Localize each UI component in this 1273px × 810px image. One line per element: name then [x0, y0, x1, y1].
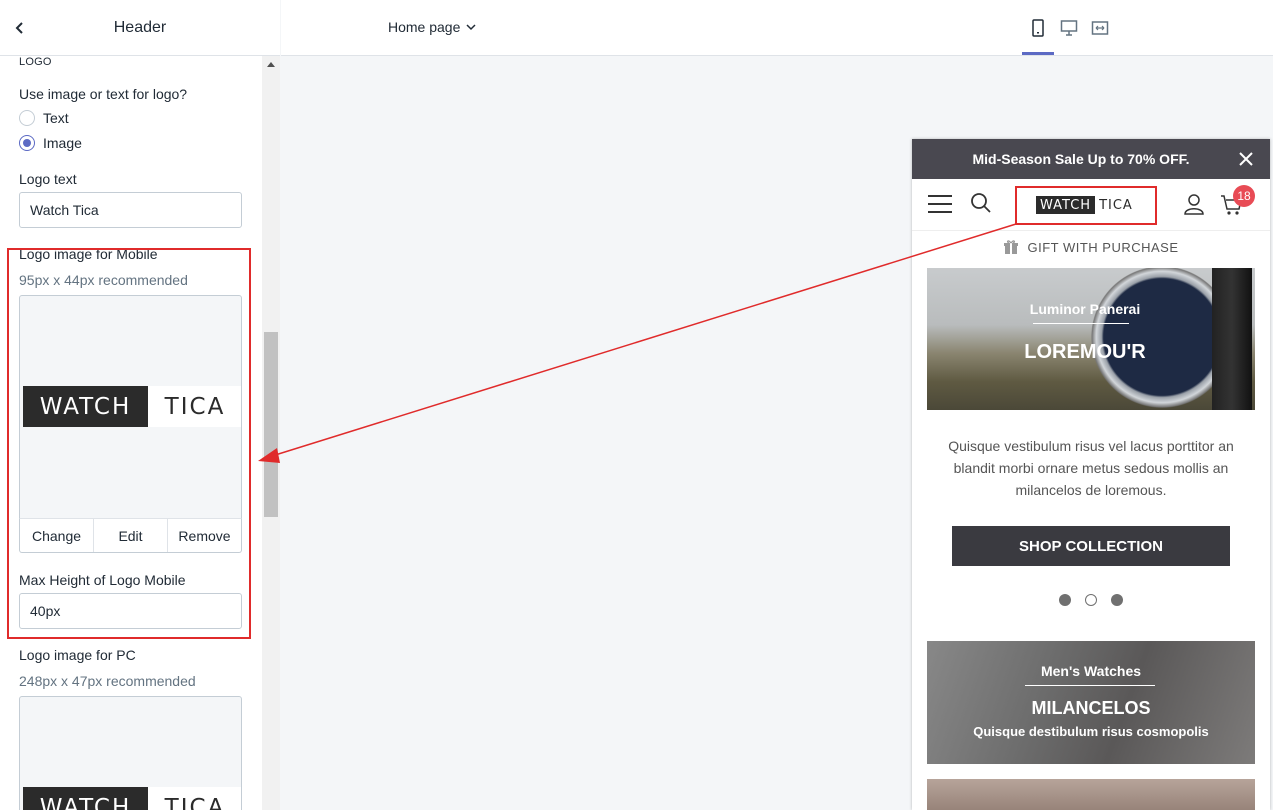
shop-collection-button[interactable]: SHOP COLLECTION — [952, 526, 1230, 566]
fullwidth-icon — [1091, 21, 1109, 35]
theme-editor: Header LOGO Use image or text for logo? … — [0, 0, 1273, 810]
collection-title: MILANCELOS — [1031, 698, 1151, 718]
hero-subtitle: Luminor Panerai — [1029, 301, 1141, 317]
sidebar-title: Header — [113, 18, 167, 36]
chevron-left-icon — [15, 22, 23, 34]
chevron-down-icon — [466, 24, 476, 31]
cart-count-badge: 18 — [1233, 185, 1255, 207]
user-icon[interactable] — [1182, 192, 1206, 216]
slider-dots — [912, 594, 1270, 606]
watch-strap-image — [1212, 268, 1252, 410]
announcement-bar: Mid-Season Sale Up to 70% OFF. — [912, 139, 1270, 179]
section-heading-logo: LOGO — [19, 56, 52, 68]
sidebar-header: Header — [0, 0, 280, 56]
desktop-view-button[interactable] — [1057, 16, 1081, 40]
close-icon[interactable] — [1238, 151, 1254, 167]
scroll-up-arrow-icon[interactable] — [267, 62, 275, 67]
mobile-preview: Mid-Season Sale Up to 70% OFF. WATCH TIC… — [912, 139, 1270, 810]
pc-logo-hint: 248px x 47px recommended — [19, 673, 196, 689]
mobile-icon — [1032, 19, 1044, 37]
collection-description: Quisque destibulum risus cosmopolis — [973, 724, 1209, 739]
hero-description: Quisque vestibulum risus vel lacus portt… — [948, 438, 1234, 498]
logo-text-input[interactable]: Watch Tica — [19, 192, 242, 228]
preview-toolbar: Home page — [281, 0, 1273, 56]
radio-circle[interactable] — [19, 110, 35, 126]
hero-title: LOREMOU'R — [1024, 341, 1146, 363]
collection-divider — [1025, 685, 1155, 686]
logo-word-light: TICA — [164, 794, 226, 810]
desktop-icon — [1060, 20, 1078, 36]
radio-image-option[interactable]: Image — [19, 135, 82, 151]
announcement-text: Mid-Season Sale Up to 70% OFF. — [972, 151, 1190, 167]
slider-dot-active[interactable] — [1085, 594, 1097, 606]
collection-banner[interactable]: Men's Watches MILANCELOS Quisque destibu… — [927, 641, 1255, 764]
hamburger-menu-icon[interactable] — [927, 193, 953, 215]
next-banner[interactable] — [927, 779, 1255, 810]
radio-circle-selected[interactable] — [19, 135, 35, 151]
page-selector[interactable]: Home page — [388, 19, 476, 35]
logo-word-dark: WATCH — [23, 787, 148, 810]
pc-logo-label: Logo image for PC — [19, 647, 136, 663]
slider-dot[interactable] — [1059, 594, 1071, 606]
slider-dot[interactable] — [1111, 594, 1123, 606]
logo-type-question: Use image or text for logo? — [19, 86, 188, 102]
back-button[interactable] — [8, 16, 32, 40]
hero-banner[interactable]: Luminor Panerai LOREMOU'R — [927, 268, 1255, 410]
gift-text: GIFT WITH PURCHASE — [1027, 239, 1179, 255]
pc-logo-preview: WATCH TICA — [19, 696, 242, 810]
page-selector-label: Home page — [388, 19, 461, 35]
logo-image: WATCH TICA — [23, 787, 241, 810]
hero-divider — [1033, 323, 1129, 324]
annotation-highlight-mobile-logo — [7, 248, 251, 639]
radio-label: Text — [43, 110, 69, 126]
gift-banner: GIFT WITH PURCHASE — [912, 239, 1270, 255]
radio-text-option[interactable]: Text — [19, 110, 69, 126]
logo-text-label: Logo text — [19, 171, 77, 187]
annotation-highlight-store-logo — [1015, 186, 1157, 225]
gift-icon — [1004, 240, 1019, 254]
mobile-view-button[interactable] — [1026, 16, 1050, 40]
radio-label: Image — [43, 135, 82, 151]
scrollbar-thumb[interactable] — [264, 332, 278, 517]
active-device-indicator — [1022, 52, 1054, 55]
fullwidth-view-button[interactable] — [1088, 16, 1112, 40]
collection-subtitle: Men's Watches — [1040, 663, 1142, 679]
sidebar-scrollbar[interactable] — [262, 56, 280, 810]
search-icon[interactable] — [970, 192, 992, 214]
